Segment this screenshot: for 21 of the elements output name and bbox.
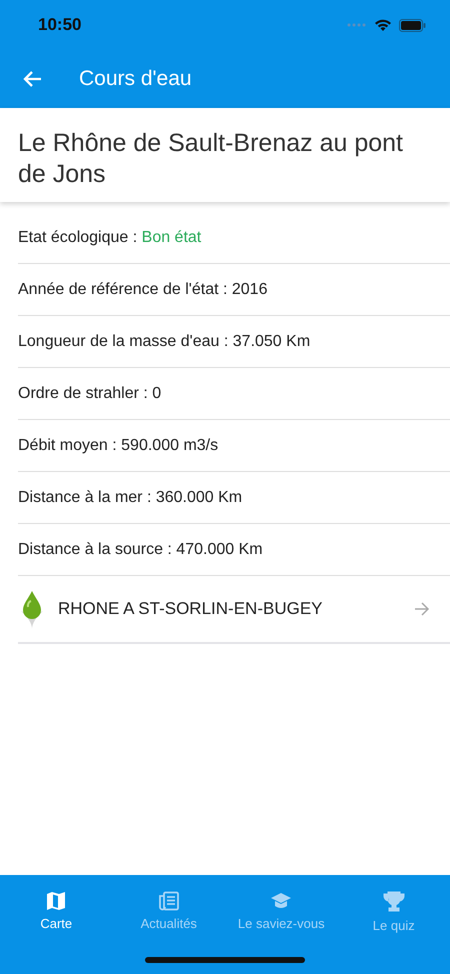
property-row: Débit moyen : 590.000 m3/s: [18, 420, 450, 472]
newspaper-icon: [158, 891, 180, 911]
screen-title: Cours d'eau: [79, 67, 192, 91]
tab[interactable]: Carte: [0, 887, 112, 937]
arrow-icon: [414, 602, 430, 616]
property-row: Distance à la mer : 360.000 Km: [18, 472, 450, 524]
tab[interactable]: Le quiz: [338, 887, 450, 937]
battery-icon: [399, 18, 426, 32]
wifi-icon: [374, 18, 392, 32]
tab[interactable]: Actualités: [112, 887, 225, 937]
trophy-icon: [382, 891, 405, 913]
property-row: Année de référence de l'état : 2016: [18, 264, 450, 316]
status-time: 10:50: [38, 15, 82, 35]
graduation-cap-icon: [270, 891, 292, 911]
property-row: Etat écologique : Bon état: [18, 212, 450, 264]
signal-icon: [347, 22, 367, 28]
page-title: Le Rhône de Sault-Brenaz au pont de Jons: [18, 128, 404, 190]
tab[interactable]: Le saviez-vous: [225, 887, 338, 937]
property-row: Ordre de strahler : 0: [18, 368, 450, 420]
map-icon: [46, 891, 66, 911]
property-row: Longueur de la masse d'eau : 37.050 Km: [18, 316, 450, 368]
